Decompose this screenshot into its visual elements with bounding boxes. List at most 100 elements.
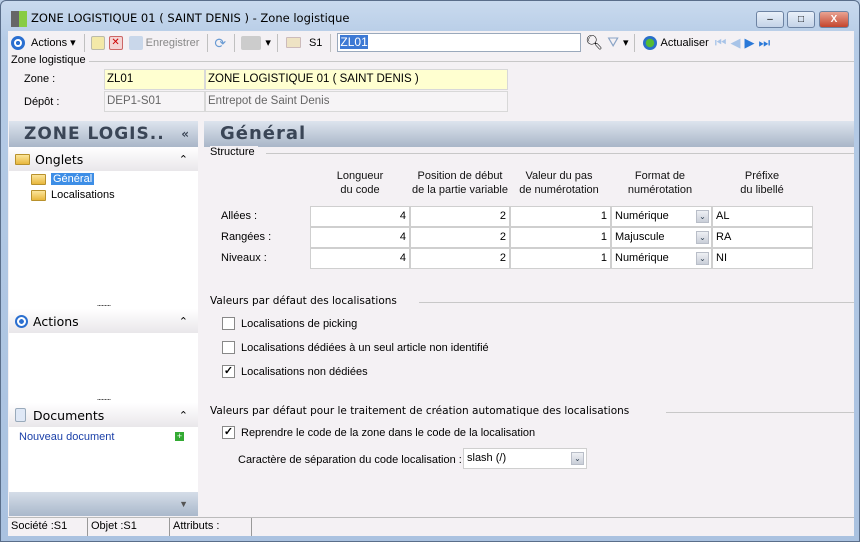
delete-icon[interactable]: ✕ — [108, 35, 123, 50]
documents-section-header[interactable]: Documents ⌃ — [9, 403, 198, 427]
cell-prefix[interactable]: NI — [712, 248, 813, 269]
page-title: Général — [204, 121, 854, 147]
search-input[interactable]: ZL01 — [337, 33, 582, 52]
cell-len[interactable]: 4 — [310, 248, 410, 269]
open-folder-icon — [31, 173, 46, 185]
actions-section-header[interactable]: Actions ⌃ — [9, 309, 198, 333]
print-dropdown-icon[interactable]: ▾ — [265, 36, 271, 49]
col-header-start: Position de début de la partie variable — [411, 170, 508, 196]
main-panel: Général Structure Longueur du code Posit… — [204, 121, 854, 516]
refresh-button[interactable]: Actualiser — [641, 33, 710, 53]
actions-menu[interactable]: Actions ▾ — [29, 33, 78, 53]
add-icon: + — [175, 431, 184, 441]
document-icon — [15, 408, 26, 422]
col-header-step: Valeur du pas de numérotation — [519, 170, 599, 196]
collapse-panel-icon[interactable]: « — [181, 121, 190, 147]
cell-format[interactable]: Numérique ⌄ — [611, 206, 712, 227]
chevron-down-icon[interactable]: ⌄ — [696, 252, 709, 265]
cell-len[interactable]: 4 — [310, 227, 410, 248]
site-button[interactable]: S1 — [284, 33, 324, 53]
client-area: Actions ▾ ✕ Enregistrer ⟳ ▾ S1 ZL01 🔍︎ ⛛ … — [8, 31, 854, 536]
status-attributes: Attributs : — [170, 518, 252, 536]
refresh-label: Actualiser — [660, 36, 709, 49]
chevron-down-icon[interactable]: ⌄ — [696, 231, 709, 244]
separator-label: Caractère de séparation du code localisa… — [238, 454, 462, 466]
zone-label: Zone : — [24, 73, 56, 85]
tab-localisations[interactable]: Localisations — [31, 189, 198, 205]
cell-pos[interactable]: 2 — [410, 227, 510, 248]
cell-format[interactable]: Numérique ⌄ — [611, 248, 712, 269]
cell-format[interactable]: Majuscule ⌄ — [611, 227, 712, 248]
cell-prefix[interactable]: AL — [712, 206, 813, 227]
save-label: Enregistrer — [145, 36, 200, 49]
cell-step[interactable]: 1 — [510, 227, 611, 248]
actions-icon — [11, 35, 25, 50]
tab-general[interactable]: Général — [31, 173, 198, 189]
col-header-length: Longueur du code — [336, 170, 384, 196]
option-checkbox[interactable]: Localisations de picking — [222, 317, 357, 330]
actions-label: Actions — [31, 36, 68, 49]
zone-code-field[interactable]: ZL01 — [104, 69, 205, 90]
cell-step[interactable]: 1 — [510, 206, 611, 227]
filter-dropdown-icon[interactable]: ▾ — [623, 36, 629, 49]
first-record-icon[interactable]: ⏮ — [715, 35, 727, 51]
depot-code-field: DEP1-S01 — [104, 91, 205, 112]
search-icon[interactable]: 🔍︎ — [585, 34, 603, 51]
status-company: Société :S1 — [8, 518, 88, 536]
app-icon — [11, 11, 27, 27]
cell-pos[interactable]: 2 — [410, 206, 510, 227]
new-document-link[interactable]: Nouveau document + — [9, 427, 198, 447]
cell-step[interactable]: 1 — [510, 248, 611, 269]
structure-group-label: Structure — [210, 146, 258, 158]
actions-icon — [15, 314, 28, 328]
previous-record-icon[interactable]: ◀ — [730, 35, 740, 51]
refresh-icon — [643, 35, 658, 50]
row-label: Niveaux : — [221, 252, 267, 264]
onglets-section-header[interactable]: Onglets ⌃ — [9, 147, 198, 171]
zone-name-field[interactable]: ZONE LOGISTIQUE 01 ( SAINT DENIS ) — [205, 69, 508, 90]
splitter[interactable]: ......... — [9, 393, 198, 403]
save-button[interactable]: Enregistrer — [127, 33, 202, 53]
last-record-icon[interactable]: ⏭ — [758, 35, 770, 51]
maximize-button[interactable]: □ — [787, 11, 815, 28]
filter-icon[interactable]: ⛛ — [607, 34, 619, 51]
option-checkbox[interactable]: ✓ Localisations non dédiées — [222, 365, 368, 378]
next-record-icon[interactable]: ▶ — [744, 35, 754, 51]
window-title: ZONE LOGISTIQUE 01 ( SAINT DENIS ) - Zon… — [31, 11, 350, 25]
option-checkbox[interactable]: Localisations dédiées à un seul article … — [222, 341, 489, 354]
header-group-label: Zone logistique — [11, 54, 89, 66]
folder-icon — [285, 37, 301, 48]
splitter[interactable]: ......... — [9, 299, 198, 309]
cell-pos[interactable]: 2 — [410, 248, 510, 269]
new-icon[interactable] — [90, 35, 105, 50]
sync-icon[interactable]: ⟳ — [214, 36, 228, 50]
status-bar: Société :S1 Objet :S1 Attributs : — [8, 517, 854, 536]
auto-group-label: Valeurs par défaut pour le traitement de… — [210, 405, 633, 417]
separator-select[interactable]: slash (/) ⌄ — [463, 448, 587, 469]
folder-icon — [15, 153, 30, 165]
minimize-button[interactable]: – — [756, 11, 784, 28]
chevron-down-icon[interactable]: ⌄ — [696, 210, 709, 223]
row-label: Rangées : — [221, 231, 272, 243]
toolbar: Actions ▾ ✕ Enregistrer ⟳ ▾ S1 ZL01 🔍︎ ⛛ … — [8, 31, 854, 54]
cell-len[interactable]: 4 — [310, 206, 410, 227]
close-button[interactable]: X — [819, 11, 849, 28]
col-header-prefix: Préfixe du libellé — [740, 170, 784, 196]
app-window: ZONE LOGISTIQUE 01 ( SAINT DENIS ) - Zon… — [0, 0, 860, 542]
cell-prefix[interactable]: RA — [712, 227, 813, 248]
auto-option-checkbox[interactable]: ✓ Reprendre le code de la zone dans le co… — [222, 426, 535, 439]
print-icon[interactable] — [241, 35, 262, 50]
depot-name-field: Entrepot de Saint Denis — [205, 91, 508, 112]
panel-menu-icon[interactable]: ▼ — [9, 492, 198, 516]
left-panel-title: ZONE LOGIS.. « — [9, 121, 198, 147]
row-label: Allées : — [221, 210, 258, 222]
left-panel: ZONE LOGIS.. « Onglets ⌃ Général Localisat… — [9, 121, 198, 516]
depot-label: Dépôt : — [24, 96, 60, 108]
collapse-icon[interactable]: ⌃ — [179, 409, 188, 422]
save-icon — [128, 35, 143, 50]
collapse-icon[interactable]: ⌃ — [179, 315, 188, 328]
defaults-group-label: Valeurs par défaut des localisations — [210, 295, 400, 307]
collapse-icon[interactable]: ⌃ — [179, 153, 188, 166]
folder-icon — [31, 189, 46, 201]
chevron-down-icon: ⌄ — [571, 452, 584, 465]
